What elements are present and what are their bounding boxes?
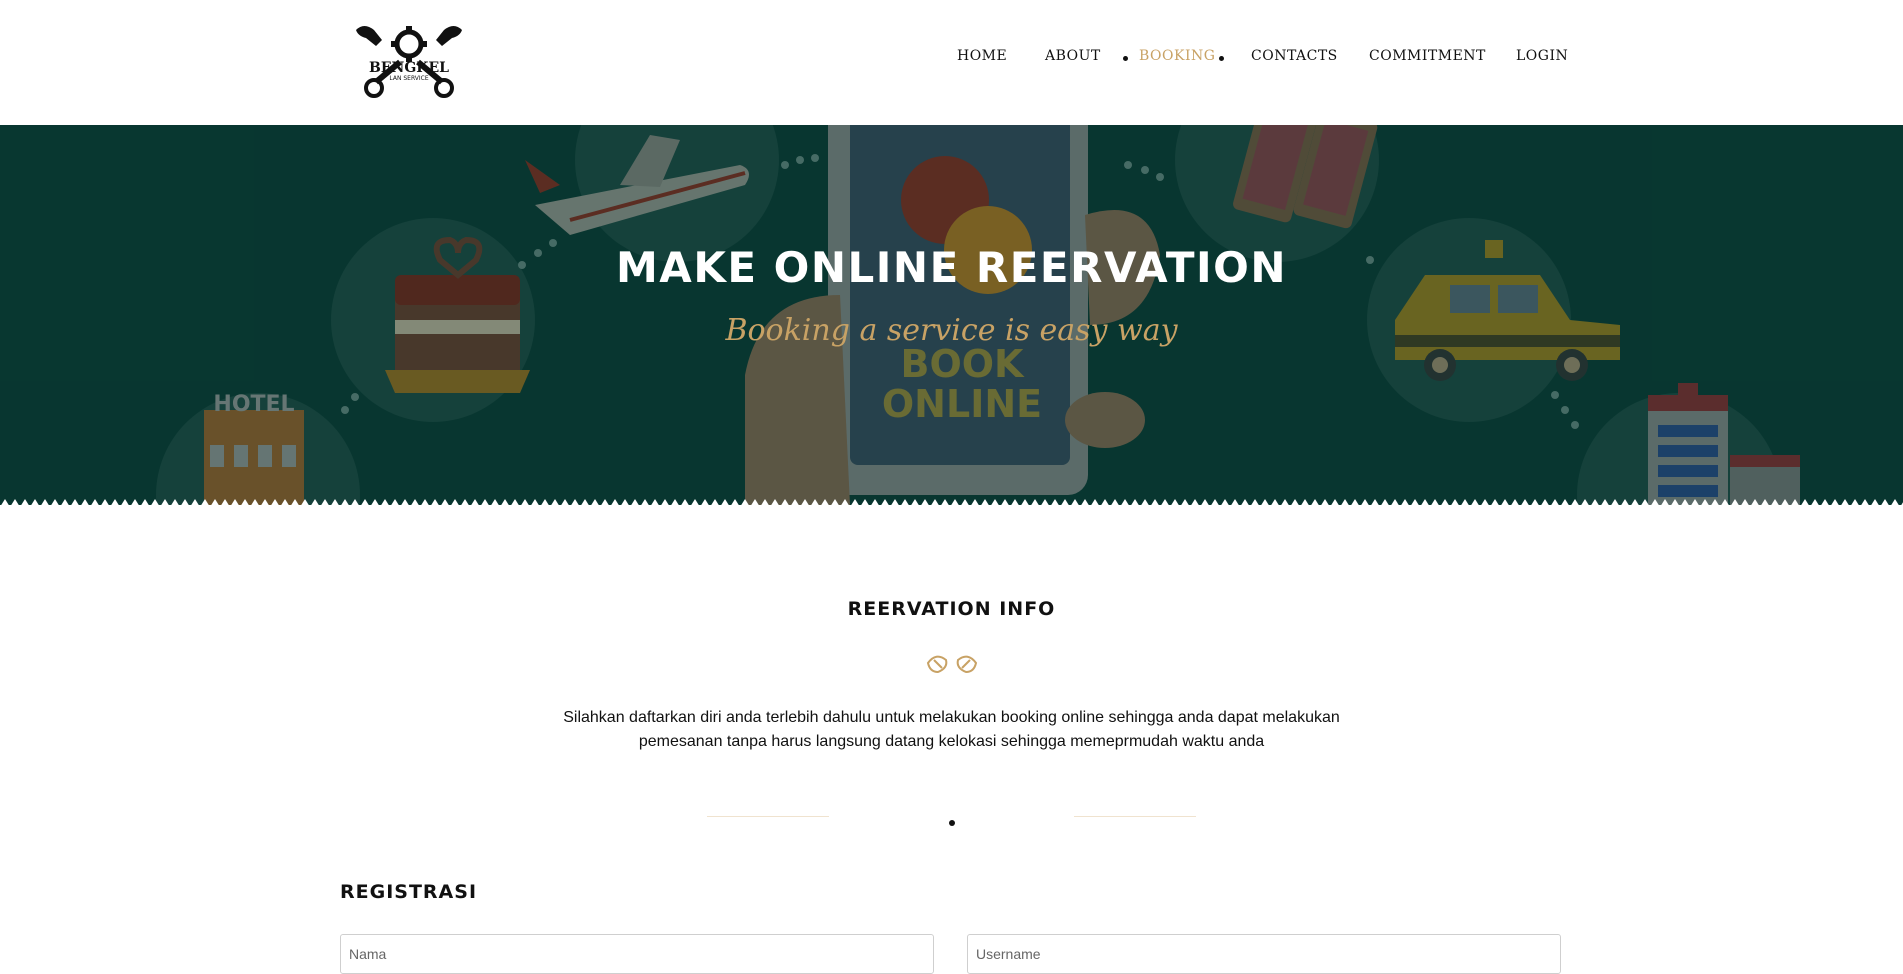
- registration-title: REGISTRASI: [340, 881, 478, 903]
- svg-text:LAN SERVICE: LAN SERVICE: [389, 75, 428, 82]
- nav-active-dot-right: [1219, 56, 1224, 61]
- nav-active-dot-left: [1123, 56, 1128, 61]
- nav-commitment[interactable]: COMMITMENT: [1369, 48, 1486, 64]
- hero-banner: BOOK ONLINE HOTEL MAKE ONLINE REERVATION…: [0, 125, 1903, 505]
- main-nav: HOME ABOUT BOOKING CONTACTS COMMITMENT L…: [0, 48, 1903, 72]
- name-field[interactable]: [340, 934, 934, 974]
- hero-title: MAKE ONLINE REERVATION: [616, 243, 1287, 292]
- nav-booking[interactable]: BOOKING: [1139, 48, 1215, 64]
- divider-line-right: [1074, 816, 1196, 817]
- divider-line-left: [707, 816, 829, 817]
- hero-subtitle: Booking a service is easy way: [725, 313, 1178, 348]
- nav-login[interactable]: LOGIN: [1516, 48, 1568, 64]
- hero-zigzag-edge: [0, 499, 1903, 507]
- nav-home[interactable]: HOME: [957, 48, 1007, 64]
- site-header: BENGKEL LAN SERVICE HOME ABOUT BOOKING C…: [0, 0, 1903, 125]
- divider-dot: [949, 820, 955, 826]
- nav-contacts[interactable]: CONTACTS: [1251, 48, 1338, 64]
- reservation-info-title: REERVATION INFO: [847, 598, 1056, 620]
- leaf-ornament-icon: [926, 655, 978, 674]
- reservation-description: Silahkan daftarkan diri anda terlebih da…: [563, 709, 1340, 750]
- nav-about[interactable]: ABOUT: [1045, 48, 1101, 64]
- username-field[interactable]: [967, 934, 1561, 974]
